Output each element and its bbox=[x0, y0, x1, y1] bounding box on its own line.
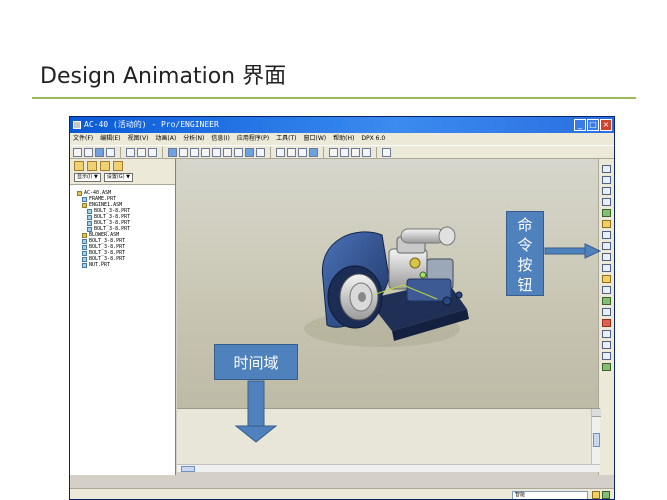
command-buttons-callout: 命 令 按 钮 bbox=[506, 211, 544, 296]
callout-arrows bbox=[234, 243, 602, 443]
time-domain-arrow bbox=[234, 380, 278, 443]
command-buttons-label: 命 令 按 钮 bbox=[517, 216, 533, 294]
time-domain-label: 时间域 bbox=[233, 354, 279, 372]
command-buttons-arrow bbox=[544, 243, 602, 259]
time-domain-callout: 时间域 bbox=[214, 344, 298, 380]
